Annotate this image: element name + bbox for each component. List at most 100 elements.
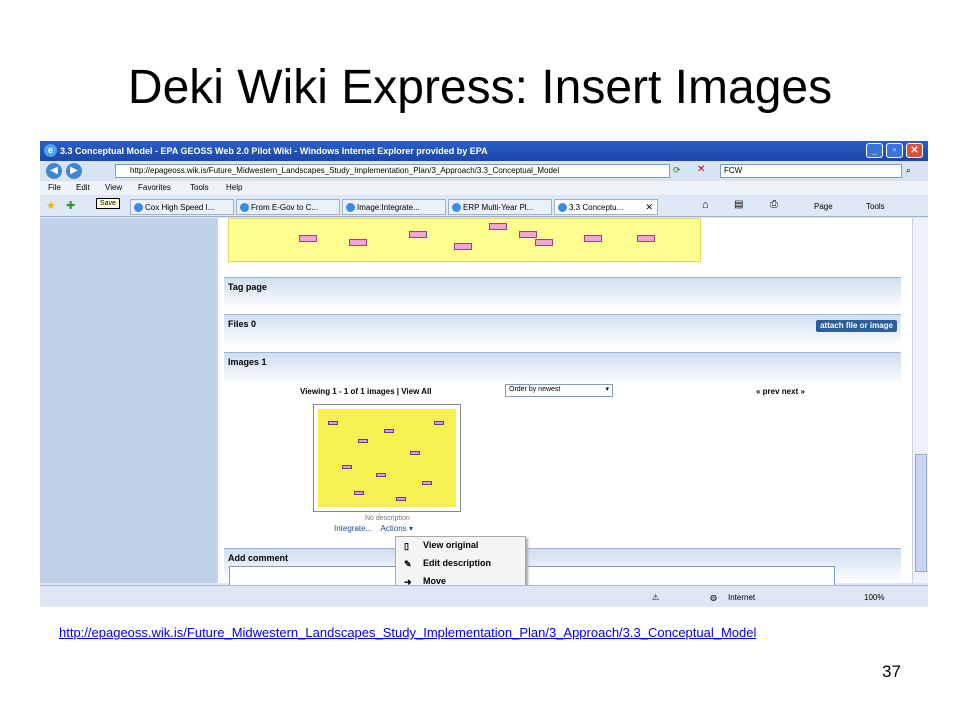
diagram-node xyxy=(584,235,602,242)
add-favorite-icon[interactable]: ✚ xyxy=(66,199,75,212)
tab-page-icon xyxy=(134,203,143,212)
close-icon[interactable]: ✕ xyxy=(906,143,923,158)
slide-title: Deki Wiki Express: Insert Images xyxy=(127,61,833,114)
files-section: Files 0 attach file or image xyxy=(224,314,901,347)
order-by-value: Order by newest xyxy=(509,386,561,393)
chevron-down-icon: ▾ xyxy=(605,386,609,393)
search-input[interactable]: FCW xyxy=(720,164,902,178)
tab-label: Image:Integrate... xyxy=(357,203,420,212)
favorites-star-icon[interactable]: ★ xyxy=(46,199,56,212)
viewing-count: Viewing 1 - 1 of 1 images | View All xyxy=(300,387,432,396)
diagram-node xyxy=(354,491,364,495)
save-tooltip: Save xyxy=(96,198,120,209)
page-number: 37 xyxy=(882,662,901,681)
menu-edit[interactable]: Edit xyxy=(76,183,90,192)
security-icon: ⚠ xyxy=(652,593,660,602)
add-comment-label: Add comment xyxy=(228,553,289,563)
ie-logo-icon: e xyxy=(44,144,57,157)
edit-description-item[interactable]: ✎ Edit description xyxy=(401,558,491,572)
page-menu[interactable]: Page xyxy=(814,202,833,211)
comment-textarea[interactable] xyxy=(229,566,835,586)
image-thumbnail[interactable] xyxy=(313,404,461,512)
order-by-select[interactable]: Order by newest ▾ xyxy=(505,384,613,397)
images-label: Images 1 xyxy=(228,357,267,367)
stop-icon[interactable]: ✕ xyxy=(697,164,705,175)
window-title-bar: e 3.3 Conceptual Model - EPA GEOSS Web 2… xyxy=(40,141,928,161)
globe-icon: ◍ xyxy=(710,593,717,602)
diagram-node xyxy=(328,421,338,425)
menu-tools[interactable]: Tools xyxy=(190,183,209,192)
tab-conceptual-model[interactable]: 3.3 Conceptu... ✕ xyxy=(554,199,658,215)
menu-help[interactable]: Help xyxy=(226,183,242,192)
tab-close-icon[interactable]: ✕ xyxy=(645,202,653,213)
address-bar[interactable]: http://epageoss.wik.is/Future_Midwestern… xyxy=(115,164,670,178)
prev-next-links[interactable]: « prev next » xyxy=(756,387,805,396)
actions-menu: ▯ View original ✎ Edit description ➜ Move xyxy=(395,536,526,591)
conceptual-model-diagram xyxy=(228,218,701,262)
footer-link[interactable]: http://epageoss.wik.is/Future_Midwestern… xyxy=(59,625,756,640)
tab-page-icon xyxy=(558,203,567,212)
tab-bar: ★ ✚ Cox High Speed I... From E-Gov to C.… xyxy=(40,195,928,217)
menu-bar: File Edit View Favorites Tools Help xyxy=(40,181,928,195)
diagram-node xyxy=(489,223,507,230)
diagram-node xyxy=(422,481,432,485)
menu-file[interactable]: File xyxy=(48,183,61,192)
tag-page-section: Tag page xyxy=(224,277,901,310)
refresh-icon[interactable]: ⟳ xyxy=(673,165,681,176)
scroll-thumb[interactable] xyxy=(915,454,927,572)
search-icon[interactable]: ⌕ xyxy=(906,165,911,176)
tab-label: Cox High Speed I... xyxy=(145,203,215,212)
forward-icon[interactable]: ▶ xyxy=(66,163,82,179)
integrate-link[interactable]: Integrate... xyxy=(334,524,372,533)
tab-egov[interactable]: From E-Gov to C... xyxy=(236,199,340,215)
minimize-icon[interactable]: _ xyxy=(866,143,883,158)
diagram-node xyxy=(409,231,427,238)
tag-page-label: Tag page xyxy=(228,282,267,292)
thumbnail-diagram xyxy=(318,409,456,507)
actions-link[interactable]: Actions xyxy=(380,524,406,533)
tab-label: ERP Multi-Year Pl... xyxy=(463,203,534,212)
menu-favorites[interactable]: Favorites xyxy=(138,183,171,192)
tab-page-icon xyxy=(452,203,461,212)
diagram-node xyxy=(410,451,420,455)
menu-item-label: View original xyxy=(423,540,479,550)
tab-image-integrate[interactable]: Image:Integrate... xyxy=(342,199,446,215)
pencil-icon: ✎ xyxy=(404,559,412,569)
diagram-node xyxy=(396,497,406,501)
tab-cox[interactable]: Cox High Speed I... xyxy=(130,199,234,215)
diagram-node xyxy=(637,235,655,242)
maximize-icon[interactable]: ▫ xyxy=(886,143,903,158)
diagram-node xyxy=(342,465,352,469)
tab-erp[interactable]: ERP Multi-Year Pl... xyxy=(448,199,552,215)
attach-file-button[interactable]: attach file or image xyxy=(816,320,897,332)
wiki-content: Tag page Files 0 attach file or image Im… xyxy=(218,218,912,591)
back-icon[interactable]: ◀ xyxy=(46,163,62,179)
image-links: Integrate... Actions ▾ xyxy=(334,524,413,533)
zoom-level[interactable]: 100% xyxy=(864,593,884,602)
tab-label: From E-Gov to C... xyxy=(251,203,319,212)
no-description-text: No description xyxy=(365,515,410,522)
diagram-node xyxy=(384,429,394,433)
diagram-node xyxy=(519,231,537,238)
zone-text: Internet xyxy=(728,593,756,602)
menu-item-label: Edit description xyxy=(423,558,492,568)
diagram-node xyxy=(299,235,317,242)
address-row: ◀ ▶ http://epageoss.wik.is/Future_Midwes… xyxy=(40,161,928,181)
diagram-node xyxy=(454,243,472,250)
files-label: Files 0 xyxy=(228,319,257,329)
home-icon[interactable]: ⌂ xyxy=(702,199,709,211)
menu-view[interactable]: View xyxy=(105,183,122,192)
tools-menu[interactable]: Tools xyxy=(866,202,885,211)
view-original-item[interactable]: ▯ View original xyxy=(401,540,478,554)
diagram-node xyxy=(535,239,553,246)
tab-label: 3.3 Conceptu... xyxy=(569,203,624,212)
diagram-node xyxy=(349,239,367,246)
diagram-node xyxy=(376,473,386,477)
images-section: Images 1 xyxy=(224,352,901,385)
page-icon: ▯ xyxy=(404,541,409,551)
feeds-icon[interactable]: ▤ xyxy=(734,199,743,210)
vertical-scrollbar[interactable] xyxy=(912,218,928,583)
diagram-node xyxy=(358,439,368,443)
print-icon[interactable]: ⎙ xyxy=(770,199,778,210)
browser-screenshot: e 3.3 Conceptual Model - EPA GEOSS Web 2… xyxy=(40,141,928,607)
